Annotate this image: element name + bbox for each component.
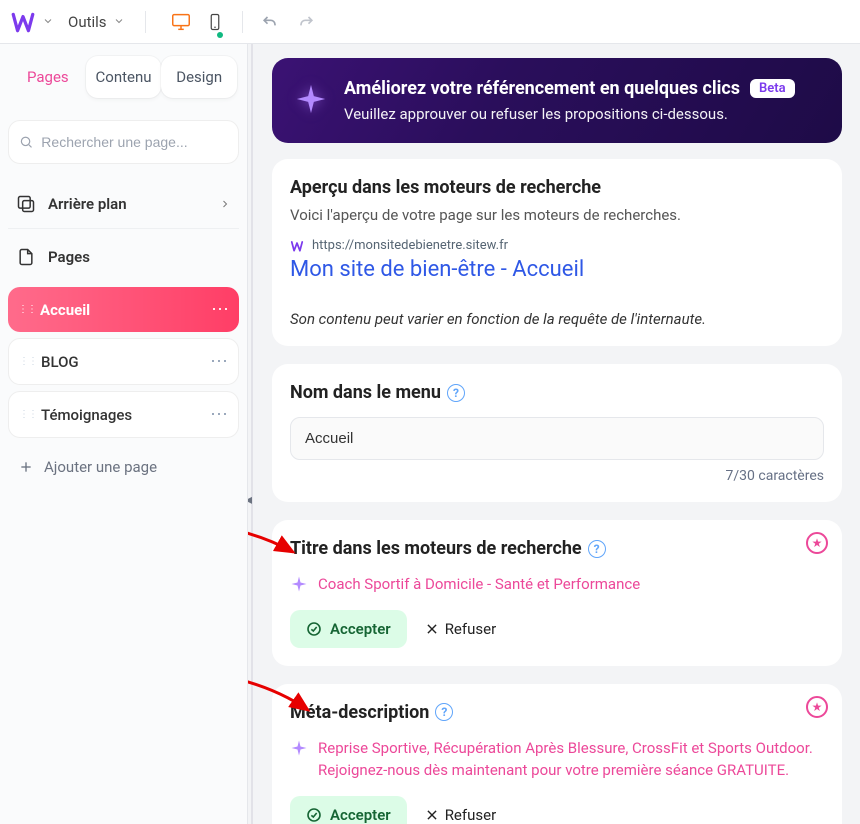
redo-icon [296,12,316,32]
search-input[interactable] [41,134,228,150]
check-icon [306,621,322,637]
panel-divider[interactable] [251,44,253,824]
row-more-icon[interactable]: ⋯ [210,351,228,372]
preview-subtitle: Voici l'aperçu de votre page sur les mot… [290,206,824,224]
banner-subtitle: Veuillez approuver ou refuser les propos… [344,105,795,123]
tools-label: Outils [68,13,107,31]
tab-pages[interactable]: Pages [10,56,86,98]
tools-menu[interactable]: Outils [60,9,133,35]
page-icon [16,247,36,267]
add-page-button[interactable]: Ajouter une page [8,444,239,490]
char-counter: 7/30 caractères [290,468,824,484]
preview-section-title: Aperçu dans les moteurs de recherche [290,177,824,198]
accept-label: Accepter [330,620,391,638]
page-row-accueil[interactable]: ⋮⋮ Accueil ⋯ [8,287,239,332]
reject-button[interactable]: Refuser [425,620,496,638]
live-indicator [217,32,223,38]
banner-title: Améliorez votre référencement en quelque… [344,78,740,99]
reject-button[interactable]: Refuser [425,806,496,824]
star-badge-icon: ★ [806,696,828,718]
redo-button[interactable] [291,7,321,37]
page-row-label: BLOG [41,353,200,371]
mobile-preview[interactable] [200,7,230,37]
help-icon[interactable]: ? [435,703,453,721]
meta-desc-suggestion: Reprise Sportive, Récupération Après Ble… [318,737,824,782]
accept-button[interactable]: Accepter [290,610,407,648]
pages-header-label: Pages [48,248,90,266]
chevron-right-icon [219,198,231,210]
sparkle-icon [290,575,308,593]
page-row-temoignages[interactable]: ⋮⋮ Témoignages ⋯ [8,391,239,438]
accept-button[interactable]: Accepter [290,796,407,824]
row-more-icon[interactable]: ⋯ [210,404,228,425]
search-box[interactable] [8,120,239,164]
close-icon [425,622,439,636]
sidebar-background[interactable]: Arrière plan [8,184,239,224]
accept-label: Accepter [330,806,391,824]
drag-handle-icon[interactable]: ⋮⋮ [18,304,30,315]
undo-icon [260,12,280,32]
help-icon[interactable]: ? [447,384,465,402]
row-more-icon[interactable]: ⋯ [211,299,229,320]
check-icon [306,807,322,823]
desktop-preview[interactable] [166,7,196,37]
sidebar-tabs: Pages Contenu Design [8,54,239,100]
seo-title-label: Titre dans les moteurs de recherche [290,538,582,559]
sparkle-icon [294,82,328,120]
tab-content[interactable]: Contenu [86,56,162,98]
preview-card: Aperçu dans les moteurs de recherche Voi… [272,159,842,346]
reject-label: Refuser [445,620,496,638]
undo-button[interactable] [255,7,285,37]
menu-name-input[interactable] [290,417,824,460]
preview-url: https://monsitedebienetre.sitew.fr [312,238,508,253]
add-page-label: Ajouter une page [44,458,157,476]
sidebar: Pages Contenu Design Arrière plan Pages … [0,44,248,824]
help-icon[interactable]: ? [588,540,606,558]
pages-section-header: Pages [8,237,239,277]
drag-handle-icon[interactable]: ⋮⋮ [19,409,31,420]
star-badge-icon: ★ [806,532,828,554]
beta-badge: Beta [750,79,795,98]
tab-design[interactable]: Design [161,56,237,98]
preview-note: Son contenu peut varier en fonction de l… [290,310,824,328]
drag-handle-icon[interactable]: ⋮⋮ [19,356,31,367]
seo-title-suggestion: Coach Sportif à Domicile - Santé et Perf… [318,573,640,596]
seo-banner: Améliorez votre référencement en quelque… [272,58,842,143]
desktop-icon [170,11,192,33]
search-icon [19,134,33,150]
reject-label: Refuser [445,806,496,824]
menu-name-card: Nom dans le menu ? 7/30 caractères [272,364,842,502]
page-row-label: Accueil [40,301,201,319]
background-icon [16,194,36,214]
separator [242,11,243,33]
background-label: Arrière plan [48,195,127,213]
logo-chevron-icon[interactable] [42,12,54,31]
content-area: ◂ Améliorez votre référencement en quelq… [248,44,860,824]
topbar: Outils [0,0,860,44]
page-row-blog[interactable]: ⋮⋮ BLOG ⋯ [8,338,239,385]
meta-desc-label: Méta-description [290,702,429,723]
close-icon [425,808,439,822]
meta-description-card: ★ Méta-description ? Reprise Sportive, R… [272,684,842,824]
seo-title-card: ★ Titre dans les moteurs de recherche ? … [272,520,842,666]
mobile-icon [206,11,224,33]
plus-icon [18,459,34,475]
menu-name-label: Nom dans le menu [290,382,441,403]
preview-page-title: Mon site de bien-être - Accueil [290,257,824,282]
site-logo[interactable] [10,9,36,35]
collapse-handle[interactable]: ◂ [248,492,252,508]
sparkle-icon [290,739,308,757]
page-row-label: Témoignages [41,406,200,424]
favicon-icon [290,239,304,253]
chevron-down-icon [113,13,125,31]
separator [145,11,146,33]
